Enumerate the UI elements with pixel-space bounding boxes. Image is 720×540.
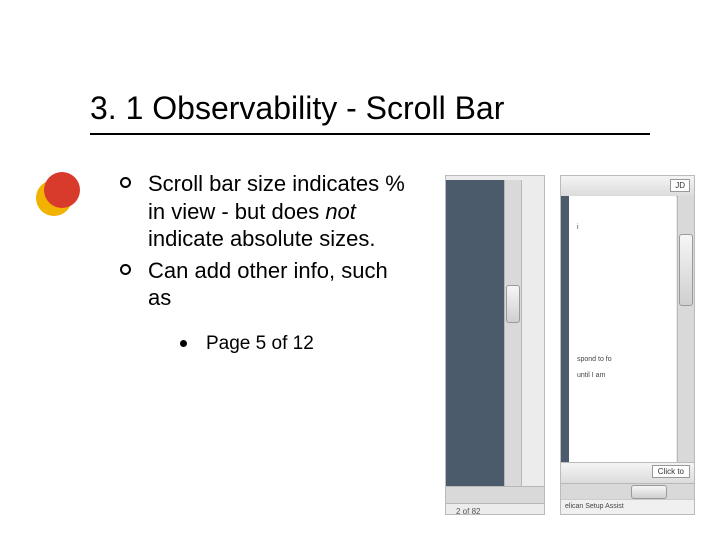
horizontal-scrollbar-thumb[interactable]: [631, 485, 667, 499]
status-bar: elican Setup Assist: [561, 499, 694, 514]
sub-bullet-list: Page 5 of 12: [180, 332, 410, 357]
slide: 3. 1 Observability - Scroll Bar Scroll b…: [0, 0, 720, 540]
bullet-text-post: indicate absolute sizes.: [148, 226, 375, 251]
tab-label[interactable]: JD: [670, 179, 690, 192]
title-underline: [90, 133, 650, 135]
content-pane: [446, 180, 508, 486]
vertical-scrollbar-track[interactable]: [504, 180, 522, 486]
vertical-scrollbar-track[interactable]: [677, 196, 694, 464]
bullet-text-em: not: [325, 199, 356, 224]
action-button[interactable]: Click to: [652, 465, 690, 478]
window-titlebar: JD: [561, 176, 694, 197]
content-pane: i spond to fo until I am: [569, 196, 676, 464]
content-snippet: i: [577, 224, 579, 231]
bullet-item: Scroll bar size indicates % in view - bu…: [120, 170, 410, 253]
title-area: 3. 1 Observability - Scroll Bar: [90, 90, 690, 135]
horizontal-scrollbar-track[interactable]: [561, 483, 694, 500]
bullet-text-pre: Can add other info, such as: [148, 258, 388, 311]
vertical-scrollbar-thumb[interactable]: [679, 234, 693, 306]
horizontal-scrollbar[interactable]: [446, 486, 544, 504]
sub-bullet-item: Page 5 of 12: [180, 332, 410, 357]
body-area: Scroll bar size indicates % in view - bu…: [120, 170, 410, 360]
vertical-scrollbar-thumb[interactable]: [506, 285, 520, 323]
logo-icon: [32, 170, 82, 220]
slide-title: 3. 1 Observability - Scroll Bar: [90, 90, 690, 127]
content-strip: [561, 196, 569, 464]
bullet-list: Scroll bar size indicates % in view - bu…: [120, 170, 410, 356]
bullet-text-pre: Scroll bar size indicates % in view - bu…: [148, 171, 405, 224]
scrollbar-example-left: 2 of 82: [445, 175, 545, 515]
bullet-item: Can add other info, such as Page 5 of 12: [120, 257, 410, 357]
content-snippet: spond to fo: [577, 356, 612, 363]
scrollbar-example-right: JD i spond to fo until I am Click to eli…: [560, 175, 695, 515]
page-indicator: 2 of 82: [456, 507, 480, 516]
content-snippet: until I am: [577, 372, 605, 379]
toolbar-row: Click to: [561, 462, 694, 484]
